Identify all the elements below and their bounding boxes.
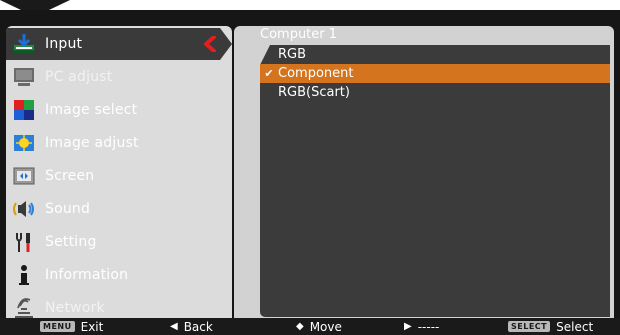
help-move[interactable]: ◆ Move xyxy=(296,318,342,335)
menu-item-label: Image adjust xyxy=(45,135,139,151)
menu-key-icon: MENU xyxy=(40,321,75,332)
menu-item-input[interactable]: Input xyxy=(6,28,232,60)
help-exit-label: Exit xyxy=(80,319,104,334)
menu-item-label: Network xyxy=(45,300,105,316)
menu-item-label: PC adjust xyxy=(45,69,113,85)
help-move-label: Move xyxy=(309,319,342,334)
image-adjust-icon xyxy=(11,130,37,156)
submenu-item-label: Component xyxy=(278,66,354,81)
main-menu: Input PC adjust Image select Image adjus… xyxy=(6,26,232,324)
submenu-item-rgb-scart[interactable]: RGB(Scart) xyxy=(260,83,610,102)
menu-item-sound[interactable]: Sound xyxy=(6,193,232,225)
help-exit[interactable]: MENU Exit xyxy=(40,318,103,335)
help-select-label: Select xyxy=(556,319,594,334)
menu-item-setting[interactable]: Setting xyxy=(6,226,232,258)
check-icon: ✔ xyxy=(264,67,274,80)
help-next[interactable]: ▶ ----- xyxy=(404,318,439,335)
submenu-panel: Computer 1 RGB ✔ Component RGB(Scart) xyxy=(234,26,614,324)
right-arrow-icon: ▶ xyxy=(404,321,412,332)
chevron-left-icon[interactable] xyxy=(202,36,218,52)
select-key-icon: SELECT xyxy=(508,321,551,332)
menu-item-label: Screen xyxy=(45,168,95,184)
submenu-item-label: RGB(Scart) xyxy=(278,85,350,100)
top-notch xyxy=(0,0,70,10)
help-bar: MENU Exit ◀ Back ◆ Move ▶ ----- SELECT S… xyxy=(0,318,620,335)
information-icon xyxy=(11,262,37,288)
submenu-item-label: RGB xyxy=(278,47,307,62)
help-back-label: Back xyxy=(183,319,213,334)
menu-item-image-adjust[interactable]: Image adjust xyxy=(6,127,232,159)
help-back[interactable]: ◀ Back xyxy=(170,318,213,335)
pc-adjust-icon xyxy=(11,64,37,90)
setting-icon xyxy=(11,229,37,255)
menu-item-screen[interactable]: Screen xyxy=(6,160,232,192)
submenu-item-rgb[interactable]: RGB xyxy=(260,45,610,64)
submenu-title: Computer 1 xyxy=(260,27,338,42)
left-arrow-icon: ◀ xyxy=(170,321,178,332)
menu-item-label: Information xyxy=(45,267,129,283)
menu-item-pc-adjust[interactable]: PC adjust xyxy=(6,61,232,93)
menu-item-label: Setting xyxy=(45,234,97,250)
submenu-item-component[interactable]: ✔ Component xyxy=(260,64,610,83)
screen-icon xyxy=(11,163,37,189)
menu-item-image-select[interactable]: Image select xyxy=(6,94,232,126)
menu-item-label: Sound xyxy=(45,201,91,217)
input-icon xyxy=(11,31,37,57)
menu-item-label: Input xyxy=(45,36,83,52)
menu-item-label: Image select xyxy=(45,102,138,118)
osd-frame: Input PC adjust Image select Image adjus… xyxy=(0,10,620,335)
help-select[interactable]: SELECT Select xyxy=(508,318,593,335)
image-select-icon xyxy=(11,97,37,123)
sound-icon xyxy=(11,196,37,222)
submenu-list: RGB ✔ Component RGB(Scart) xyxy=(260,45,610,317)
help-next-label: ----- xyxy=(417,319,440,334)
menu-item-information[interactable]: Information xyxy=(6,259,232,291)
move-arrows-icon: ◆ xyxy=(296,321,304,332)
